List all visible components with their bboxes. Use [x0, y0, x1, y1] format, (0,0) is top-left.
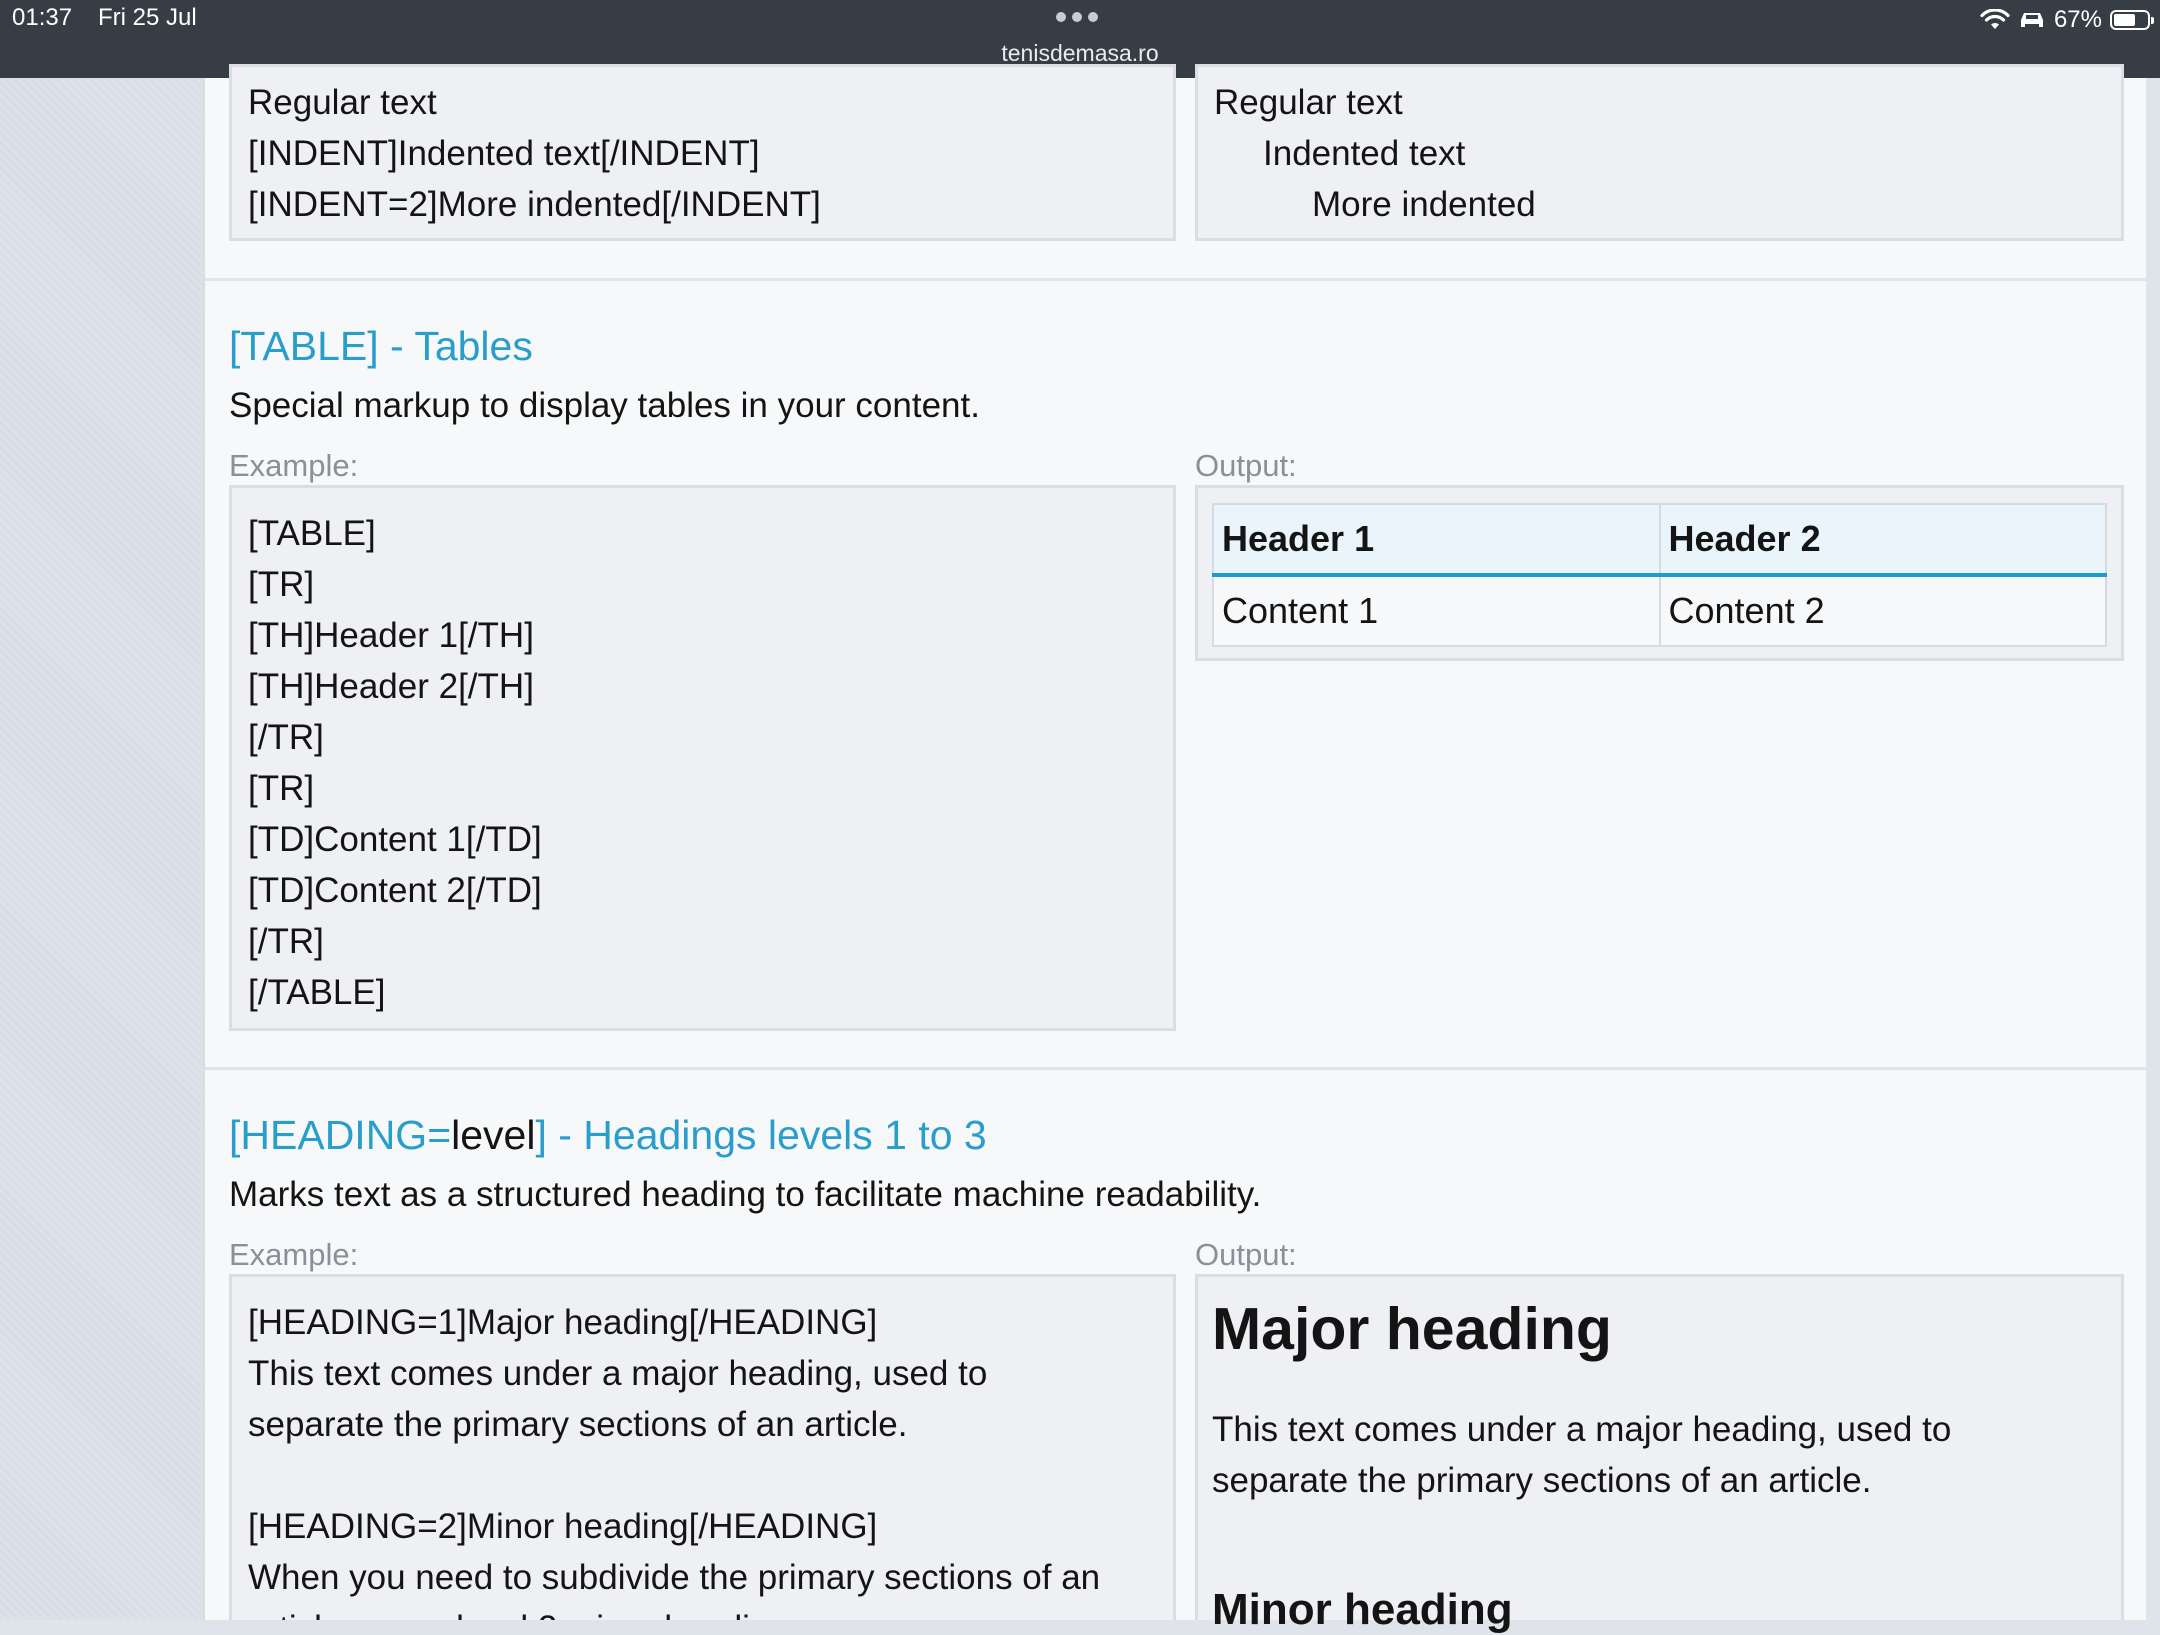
output-line: Indented text: [1263, 134, 1466, 173]
output-major-heading: Major heading: [1212, 1296, 1612, 1362]
table-example-box: [TABLE] [TR] [TH]Header 1[/TH] [TH]Heade…: [229, 485, 1176, 1031]
code-line: [/TABLE]: [248, 973, 386, 1012]
table-section-description: Special markup to display tables in your…: [229, 386, 980, 425]
code-line: [INDENT=2]More indented[/INDENT]: [248, 185, 821, 224]
code-line: [TD]Content 2[/TD]: [248, 871, 542, 910]
output-paragraph: This text comes under a major heading, u…: [1212, 1404, 1951, 1506]
heading-section-description: Marks text as a structured heading to fa…: [229, 1175, 1262, 1214]
page-background-right: [2146, 78, 2160, 1620]
output-line: Regular text: [1214, 83, 1403, 122]
status-icons: 67%: [1980, 4, 2154, 36]
multitask-dots-icon[interactable]: [1056, 12, 1104, 26]
code-line: [TH]Header 2[/TH]: [248, 667, 534, 706]
address-url[interactable]: tenisdemasa.ro: [0, 40, 2160, 67]
example-label: Example:: [229, 1237, 359, 1272]
output-paragraph-line: separate the primary sections of an arti…: [1212, 1461, 1872, 1500]
indent-example-box: Regular text [INDENT]Indented text[/INDE…: [229, 64, 1176, 241]
output-label: Output:: [1195, 1237, 1297, 1272]
table-header-cell: Header 2: [1658, 503, 2107, 577]
status-date: Fri 25 Jul: [98, 4, 197, 31]
page-background-left: [0, 78, 204, 1620]
heading-title-param: level: [451, 1112, 536, 1158]
status-time: 01:37: [12, 4, 73, 31]
heading-title-suffix: ] - Headings levels 1 to 3: [535, 1112, 987, 1158]
car-icon: [2020, 13, 2043, 27]
example-label: Example:: [229, 448, 359, 483]
output-label: Output:: [1195, 448, 1297, 483]
code-line: [TD]Content 1[/TD]: [248, 820, 542, 859]
table-row: Content 1 Content 2: [1212, 574, 2107, 647]
table-cell: Content 1: [1212, 574, 1661, 647]
table-header-row: Header 1 Header 2: [1212, 503, 2107, 577]
wifi-icon: [1980, 9, 2010, 29]
heading-section-title: [HEADING=level] - Headings levels 1 to 3: [229, 1112, 987, 1159]
section-divider: [205, 1067, 2146, 1070]
output-minor-heading: Minor heading: [1212, 1585, 1513, 1634]
heading-title-prefix: [HEADING=: [229, 1112, 452, 1158]
table-cell: Content 2: [1658, 574, 2107, 647]
code-line: This text comes under a major heading, u…: [248, 1354, 988, 1393]
code-line: article, use a level 2 minor heading.: [248, 1603, 1157, 1620]
code-line: [TR]: [248, 769, 315, 808]
code-line: [/TR]: [248, 922, 324, 961]
section-divider: [205, 278, 2146, 281]
table-header-cell: Header 1: [1212, 503, 1661, 577]
code-line: [TABLE]: [248, 514, 376, 553]
indent-output-box: Regular text Indented text More indented: [1195, 64, 2124, 241]
output-line: More indented: [1312, 185, 1536, 224]
code-line: Regular text: [248, 83, 437, 122]
table-section-title: [TABLE] - Tables: [229, 323, 533, 369]
output-paragraph-line: This text comes under a major heading, u…: [1212, 1410, 1952, 1449]
battery-icon: [2110, 10, 2154, 30]
code-line: When you need to subdivide the primary s…: [248, 1558, 1101, 1597]
code-line: [/TR]: [248, 718, 324, 757]
code-line: [TH]Header 1[/TH]: [248, 616, 534, 655]
code-line: separate the primary sections of an arti…: [248, 1405, 908, 1444]
heading-example-box: [HEADING=1]Major heading[/HEADING] This …: [229, 1274, 1176, 1620]
code-line: [INDENT]Indented text[/INDENT]: [248, 134, 760, 173]
code-line: [HEADING=1]Major heading[/HEADING]: [248, 1303, 878, 1342]
output-table: Header 1 Header 2 Content 1 Content 2: [1212, 503, 2107, 647]
code-line: [TR]: [248, 565, 315, 604]
code-line: [HEADING=2]Minor heading[/HEADING]: [248, 1507, 878, 1546]
battery-percent: 67%: [2053, 6, 2102, 33]
